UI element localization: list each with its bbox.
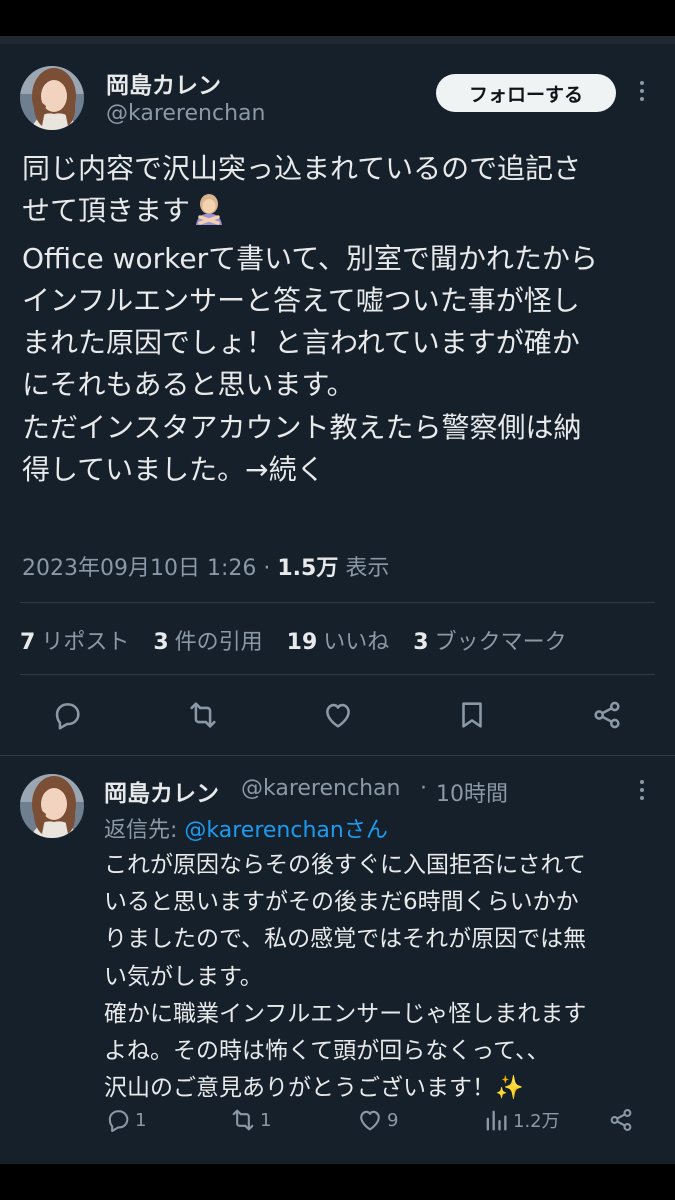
timestamp[interactable]: 2023年09月10日 1:26: [22, 556, 256, 581]
reply-text-line: これが原因ならその後すぐに入国拒否にされて: [104, 852, 586, 878]
more-options-icon[interactable]: [632, 81, 652, 101]
divider: [20, 674, 655, 675]
author-name[interactable]: 岡島カレン: [106, 66, 221, 100]
tweet-text-line: 得していました。→続く: [22, 453, 325, 487]
reply-share-button[interactable]: [607, 1104, 635, 1136]
bookmarks-stat[interactable]: 3 ブックマーク: [413, 624, 566, 656]
tweet-text-line: せて頂きます: [22, 190, 657, 237]
tweet-meta: 2023年09月10日 1:26 · 1.5万 表示: [22, 550, 389, 582]
likes-stat[interactable]: 19 いいね: [287, 624, 390, 656]
reply-icon: [108, 1110, 129, 1133]
tweet-separator: [0, 755, 675, 756]
reply-time[interactable]: 10時間: [436, 776, 508, 808]
reply-to-line: 返信先: @karerenchanさん: [104, 812, 388, 844]
reply-to-mention[interactable]: @karerenchanさん: [184, 818, 387, 843]
reply-count: 1: [135, 1109, 147, 1131]
views-icon: [486, 1110, 507, 1131]
reply-reply-button[interactable]: 1: [104, 1104, 146, 1136]
meta-separator: ·: [263, 556, 271, 581]
reply-separator: ·: [420, 776, 427, 801]
tweet-text-line: まれた原因でしょ！と言われていますが確か: [22, 326, 580, 360]
reply-views-button[interactable]: 1.2万: [482, 1104, 560, 1136]
divider: [20, 602, 655, 603]
share-icon: [610, 1109, 632, 1131]
views-label: 表示: [345, 556, 390, 581]
reply-like-button[interactable]: 9: [356, 1104, 398, 1136]
reply-text-line: よね。その時は怖くて頭が回らなくって、、: [104, 1038, 550, 1065]
person-gesturing-no-emoji: [194, 193, 224, 237]
reposts-stat[interactable]: 7 リポスト: [20, 624, 129, 656]
follow-button[interactable]: フォローする: [436, 74, 616, 112]
reply-to-label: 返信先:: [104, 818, 185, 843]
reply-text-line: いると思いますがその後まだ6時間くらいかか: [104, 889, 579, 916]
reply-text-line: りましたので、私の感覚ではそれが原因では無: [104, 926, 587, 953]
reply-author-name[interactable]: 岡島カレン: [104, 774, 219, 808]
repost-count: 1: [260, 1109, 272, 1131]
like-count: 9: [387, 1109, 399, 1131]
views-count: 1.5万: [277, 556, 339, 581]
tweet-text-line: Office workerて書いて、別室で聞かれたから: [22, 241, 598, 275]
quotes-stat[interactable]: 3 件の引用: [153, 624, 262, 656]
avatar[interactable]: [20, 774, 84, 838]
tweet-text-line: インフルエンサーと答えて嘘ついた事が怪し: [22, 283, 580, 317]
tweet-text-line: にそれもあると思います。: [22, 368, 355, 402]
reply-repost-button[interactable]: 1: [229, 1104, 271, 1136]
reply-icon[interactable]: [50, 698, 84, 732]
tweet-text-line: ただインスタアカウント教えたら警察側は納: [22, 410, 582, 444]
reply-text-line: 確かに職業インフルエンサーじゃ怪しまれます: [104, 1000, 587, 1027]
bookmark-icon[interactable]: [455, 698, 489, 732]
top-bar-edge: [0, 36, 675, 44]
like-icon: [360, 1110, 380, 1131]
views-count: 1.2万: [513, 1111, 560, 1132]
author-handle[interactable]: @karerenchan: [106, 101, 265, 126]
repost-icon[interactable]: [186, 698, 220, 732]
reply-text: これが原因ならその後すぐに入国拒否にされて いると思いますがその後まだ6時間くら…: [104, 847, 659, 1107]
reply-text-line: 沢山のご意見ありがとうございます！✨: [104, 1075, 524, 1102]
tweet-text-line: 同じ内容で沢山突っ込まれているので追記さ: [22, 152, 582, 185]
engagement-stats: 7 リポスト 3 件の引用 19 いいね 3 ブックマーク: [20, 624, 591, 656]
avatar[interactable]: [20, 66, 84, 130]
like-icon[interactable]: [321, 698, 355, 732]
tweet-text: 同じ内容で沢山突っ込まれているので追記さ せて頂きます Office worke…: [22, 148, 657, 491]
reply-text-line: い気がします。: [104, 963, 263, 990]
repost-icon: [232, 1109, 254, 1131]
share-icon[interactable]: [590, 698, 624, 732]
reply-author-handle[interactable]: @karerenchan: [241, 776, 400, 801]
more-options-icon[interactable]: [632, 780, 652, 800]
